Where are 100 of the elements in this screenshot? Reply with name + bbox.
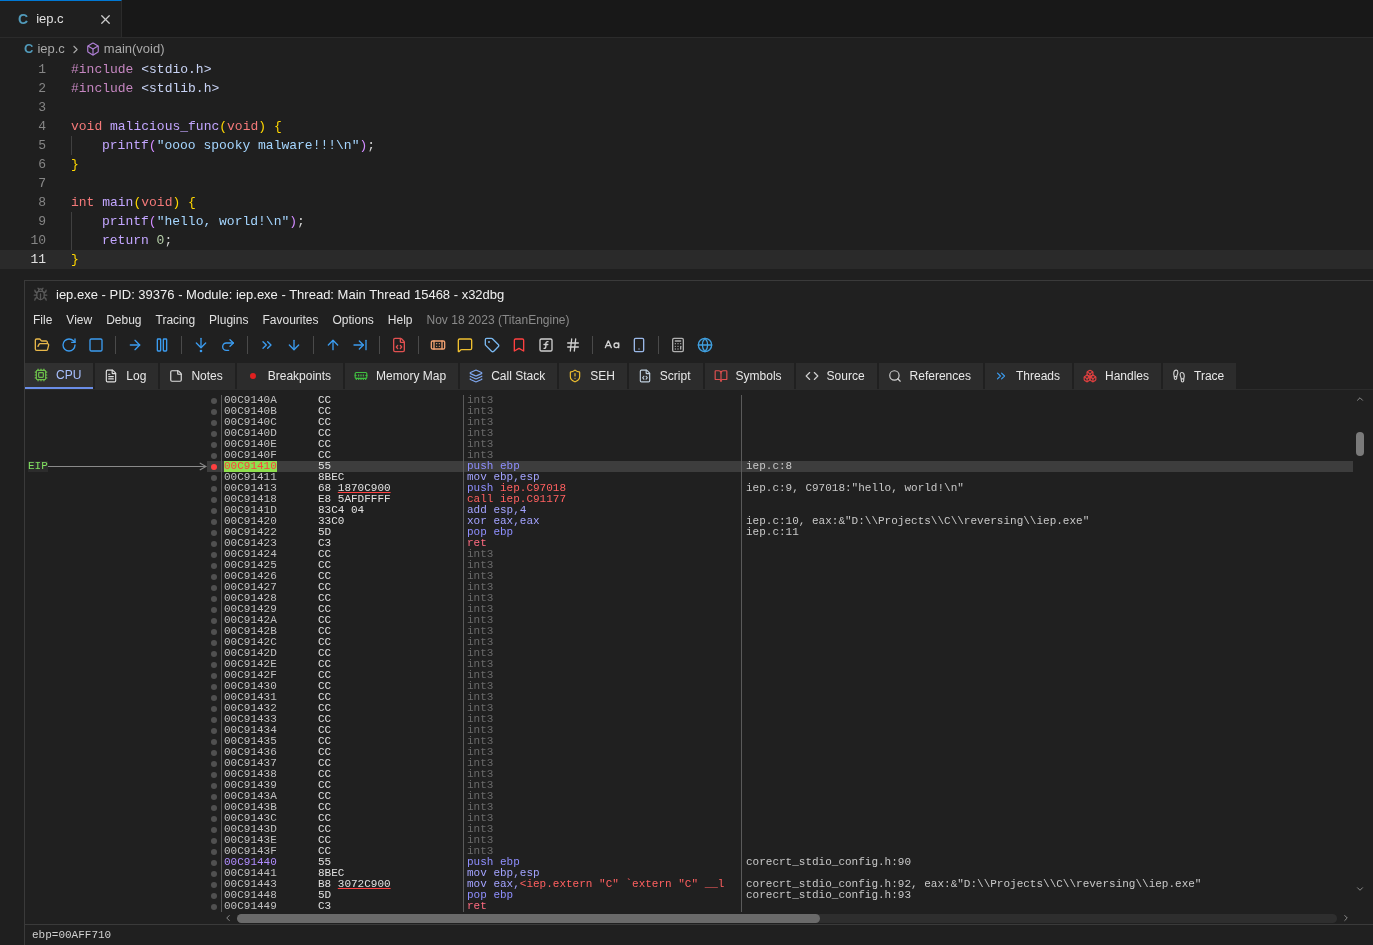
disassembly-row[interactable]: 00C9143E CC int3 — [207, 835, 1353, 846]
debugger-tab[interactable]: Call Stack — [460, 363, 558, 389]
disassembly-row[interactable]: 00C9141D 83C4 04 add esp,4 — [207, 505, 1353, 516]
instruction: mov ebp,esp — [467, 471, 540, 484]
breadcrumb-file[interactable]: iep.c — [37, 39, 65, 59]
menu-item[interactable]: Favourites — [262, 311, 319, 329]
disassembly-row[interactable]: 00C9140C CC int3 — [207, 417, 1353, 428]
disassembly-row[interactable]: 00C91441 8BEC mov ebp,esp — [207, 868, 1353, 879]
menu-item[interactable]: Plugins — [209, 311, 249, 329]
disassembly-row[interactable]: 00C9142D CC int3 — [207, 648, 1353, 659]
debugger-tab[interactable]: Source — [795, 363, 877, 389]
menu-item[interactable]: Debug — [106, 311, 142, 329]
scroll-thumb[interactable] — [1356, 432, 1364, 456]
menu-item[interactable]: Options — [332, 311, 374, 329]
disassembly-row[interactable]: 00C91448 5D pop ebp corecrt_stdio_config.h:93 — [207, 890, 1353, 901]
debugger-tab[interactable]: Trace — [1163, 363, 1237, 389]
scroll-up-icon[interactable] — [1355, 394, 1365, 404]
stop-icon[interactable] — [88, 337, 104, 353]
disassembly-row[interactable]: 00C91433 CC int3 — [207, 714, 1353, 725]
disassembly-row[interactable]: 00C9140A CC int3 — [207, 395, 1353, 406]
disassembly-row[interactable]: 00C91431 CC int3 — [207, 692, 1353, 703]
disassembly-row[interactable]: 00C9142E CC int3 — [207, 659, 1353, 670]
disassembly-row[interactable]: 00C91439 CC int3 — [207, 780, 1353, 791]
editor-tab[interactable]: C iep.c — [0, 0, 122, 37]
disassembly-row[interactable]: 00C91449 C3 ret — [207, 901, 1353, 912]
disassembly-row[interactable]: 00C9140E CC int3 — [207, 439, 1353, 450]
disassembly-row[interactable]: 00C9142C CC int3 — [207, 637, 1353, 648]
scroll-thumb[interactable] — [237, 913, 820, 923]
debugger-tab[interactable]: Breakpoints — [236, 363, 344, 389]
debugger-tab[interactable]: Memory Map — [345, 363, 459, 389]
menu-item[interactable]: Help — [387, 311, 413, 329]
debugger-tab[interactable]: Log — [95, 363, 159, 389]
disassembly-row[interactable]: 00C91443 B8 3072C900 mov eax,<iep.extern "C" `extern "C" __l corecrt_stdio_config.h:92, eax:&"D:\\Projects\\C\\reversing\\iep.exe" — [207, 879, 1353, 890]
calculator-icon[interactable] — [670, 337, 686, 353]
disassembly-row[interactable]: 00C9143F CC int3 — [207, 846, 1353, 857]
script-icon[interactable] — [391, 337, 407, 353]
debugger-tab[interactable]: SEH — [559, 363, 627, 389]
debugger-tab[interactable]: References — [878, 363, 983, 389]
disassembly-row[interactable]: 00C9143C CC int3 — [207, 813, 1353, 824]
horizontal-scrollbar[interactable] — [237, 913, 1337, 923]
scroll-down-icon[interactable] — [1355, 884, 1365, 894]
tag-icon[interactable] — [484, 337, 500, 353]
disassembly-row[interactable]: 00C9142B CC int3 — [207, 626, 1353, 637]
disassembly-row[interactable]: 00C91420 33C0 xor eax,eax iep.c:10, eax:&"D:\\Projects\\C\\reversing\\iep.exe" — [207, 516, 1353, 527]
scroll-right-icon[interactable] — [1341, 913, 1351, 923]
disassembly-row[interactable]: 00C91440 55 push ebp corecrt_stdio_config.h:90 — [207, 857, 1353, 868]
layers-icon — [469, 369, 484, 383]
pause-icon[interactable] — [154, 337, 170, 353]
disassembly-row[interactable]: 00C91418 E8 5AFDFFFF call iep.C91177 — [207, 494, 1353, 505]
disassembly-row[interactable]: 00C9143A CC int3 — [207, 791, 1353, 802]
menu-item[interactable]: View — [66, 311, 93, 329]
bookmark-icon[interactable] — [511, 337, 527, 353]
disassembly-row[interactable]: 00C91424 CC int3 — [207, 549, 1353, 560]
arrow-to-line-icon[interactable] — [352, 337, 368, 353]
hash-icon[interactable] — [565, 337, 581, 353]
bandage-icon[interactable] — [430, 337, 446, 353]
debugger-tab[interactable]: Symbols — [704, 363, 794, 389]
menu-item[interactable]: Tracing — [155, 311, 196, 329]
disassembly-row[interactable]: 00C91423 C3 ret — [207, 538, 1353, 549]
menu-item[interactable]: File — [33, 311, 53, 329]
scroll-left-icon[interactable] — [223, 913, 233, 923]
disassembly-row[interactable]: 00C91422 5D pop ebp iep.c:11 — [207, 527, 1353, 538]
opcode-bytes: CC — [318, 448, 332, 462]
disassembly-row[interactable]: 00C91429 CC int3 — [207, 604, 1353, 615]
disassembly-row[interactable]: 00C9140B CC int3 — [207, 406, 1353, 417]
debugger-tab[interactable]: Notes — [160, 363, 235, 389]
folder-icon[interactable] — [34, 337, 50, 353]
device-icon[interactable] — [631, 337, 647, 353]
disassembly-row[interactable]: 00C91438 CC int3 — [207, 769, 1353, 780]
disassembly-row[interactable]: 00C91426 CC int3 — [207, 571, 1353, 582]
disassembly-row[interactable]: 00C91436 CC int3 — [207, 747, 1353, 758]
disassembly-row[interactable]: 00C91430 CC int3 — [207, 681, 1353, 692]
disassembly-row[interactable]: 00C9143B CC int3 — [207, 802, 1353, 813]
disassembly-row[interactable]: 00C9143D CC int3 — [207, 824, 1353, 835]
restart-icon[interactable] — [61, 337, 77, 353]
breadcrumb-symbol[interactable]: main(void) — [103, 39, 165, 59]
disassembly-row[interactable]: 00C91410 55 push ebp iep.c:8 — [207, 461, 1353, 472]
disassembly-row[interactable]: 00C91413 68 1870C900 push iep.C97018 iep.c:9, C97018:"hello, world!\n" — [207, 483, 1353, 494]
debugger-tab[interactable]: Handles — [1074, 363, 1161, 389]
comment-icon[interactable] — [457, 337, 473, 353]
disassembly-row[interactable]: 00C91427 CC int3 — [207, 582, 1353, 593]
arrow-down-icon[interactable] — [286, 337, 302, 353]
debugger-tab[interactable]: Script — [628, 363, 703, 389]
disassembly-row[interactable]: 00C91411 8BEC mov ebp,esp — [207, 472, 1353, 483]
step-into-icon[interactable] — [193, 337, 209, 353]
disassembly-row[interactable]: 00C91435 CC int3 — [207, 736, 1353, 747]
debugger-tab[interactable]: Threads — [984, 363, 1072, 389]
disassembly-row[interactable]: 00C91437 CC int3 — [207, 758, 1353, 769]
function-icon[interactable] — [538, 337, 554, 353]
disassembly-row[interactable]: 00C9142F CC int3 — [207, 670, 1353, 681]
globe-icon[interactable] — [697, 337, 713, 353]
disassembly-row[interactable]: 00C9140D CC int3 — [207, 428, 1353, 439]
disassembly-row[interactable]: 00C9142A CC int3 — [207, 615, 1353, 626]
disassembly-row[interactable]: 00C91432 CC int3 — [207, 703, 1353, 714]
step-over-icon[interactable] — [220, 337, 236, 353]
disassembly-row[interactable]: 00C91434 CC int3 — [207, 725, 1353, 736]
disassembly-row[interactable]: 00C91425 CC int3 — [207, 560, 1353, 571]
disassembly-row[interactable]: 00C91428 CC int3 — [207, 593, 1353, 604]
debugger-tab[interactable]: CPU — [25, 363, 94, 389]
address: 00C91413 — [224, 483, 277, 494]
